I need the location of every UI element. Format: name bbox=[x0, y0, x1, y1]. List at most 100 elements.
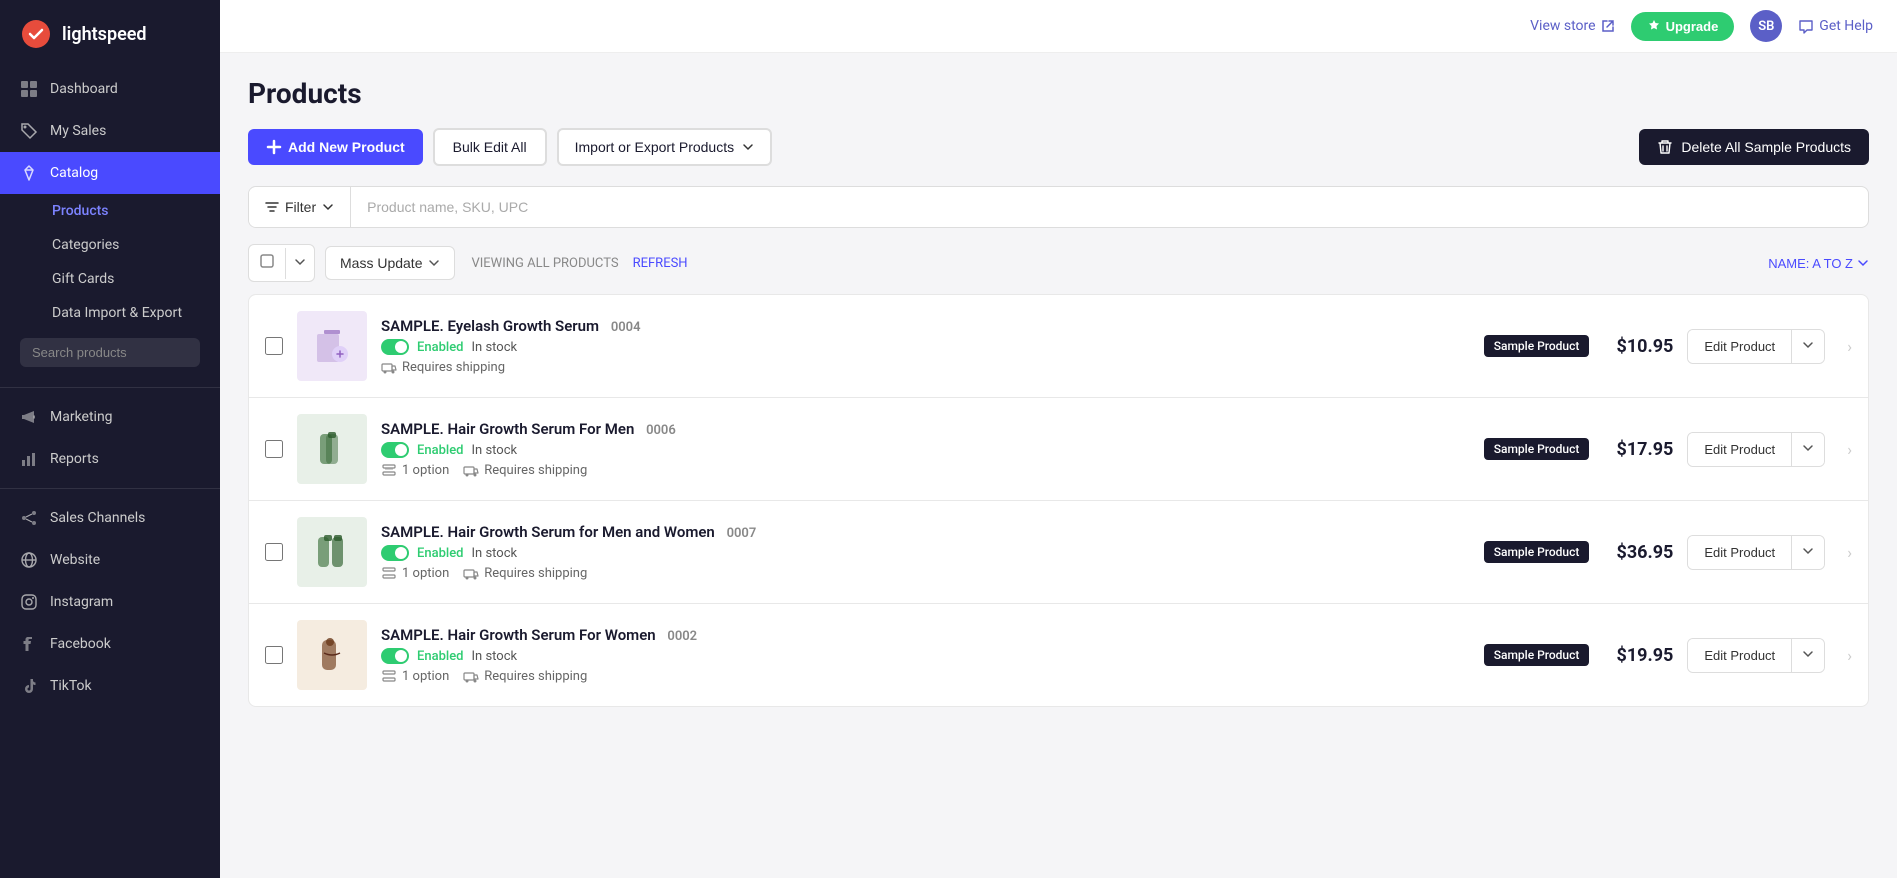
product-image bbox=[297, 620, 367, 690]
sidebar-item-website[interactable]: Website bbox=[0, 539, 220, 581]
product-meta: 1 option Requires shipping bbox=[381, 565, 1470, 581]
edit-product-button[interactable]: Edit Product bbox=[1688, 536, 1791, 569]
product-search-input[interactable] bbox=[351, 187, 1868, 227]
enabled-toggle[interactable] bbox=[381, 442, 409, 458]
mass-update-button[interactable]: Mass Update bbox=[325, 246, 455, 280]
table-row: SAMPLE. Hair Growth Serum For Women 0002… bbox=[248, 603, 1869, 707]
sort-button[interactable]: NAME: A TO Z bbox=[1768, 256, 1869, 271]
view-store-label: View store bbox=[1530, 18, 1595, 34]
sidebar-search-container bbox=[0, 330, 220, 379]
product-meta: true Requires shipping bbox=[381, 359, 1470, 375]
import-export-button[interactable]: Import or Export Products bbox=[557, 128, 773, 166]
product-checkbox[interactable] bbox=[265, 337, 283, 355]
select-all-checkbox[interactable] bbox=[249, 245, 285, 281]
product-name: SAMPLE. Hair Growth Serum For Men 0006 bbox=[381, 420, 1470, 438]
sidebar-item-label: Reports bbox=[50, 451, 99, 467]
product-image bbox=[297, 414, 367, 484]
edit-product-button[interactable]: Edit Product bbox=[1688, 433, 1791, 466]
delete-samples-button[interactable]: Delete All Sample Products bbox=[1639, 129, 1869, 165]
sidebar-item-gift-cards[interactable]: Gift Cards bbox=[0, 262, 220, 296]
shipping-meta: true Requires shipping bbox=[381, 359, 505, 375]
row-expand-arrow[interactable]: › bbox=[1847, 543, 1852, 562]
options-meta: 1 option bbox=[381, 462, 449, 478]
chevron-down-icon bbox=[1802, 545, 1814, 557]
sidebar-item-facebook[interactable]: Facebook bbox=[0, 623, 220, 665]
edit-button-group: Edit Product bbox=[1687, 638, 1825, 673]
sidebar-item-marketing[interactable]: Marketing bbox=[0, 396, 220, 438]
product-badges: Enabled In stock bbox=[381, 648, 1470, 664]
filter-search-bar: Filter bbox=[248, 186, 1869, 228]
logo[interactable]: lightspeed bbox=[0, 0, 220, 68]
product-checkbox[interactable] bbox=[265, 543, 283, 561]
enabled-toggle[interactable] bbox=[381, 648, 409, 664]
edit-dropdown-button[interactable] bbox=[1791, 330, 1824, 363]
edit-button-group: Edit Product bbox=[1687, 329, 1825, 364]
share-icon bbox=[20, 509, 38, 527]
product-badges: Enabled In stock bbox=[381, 442, 1470, 458]
row-expand-arrow[interactable]: › bbox=[1847, 646, 1852, 665]
filter-icon bbox=[265, 200, 279, 214]
row-expand-arrow[interactable]: › bbox=[1847, 440, 1852, 459]
upgrade-button[interactable]: Upgrade bbox=[1631, 12, 1735, 41]
sidebar-item-reports[interactable]: Reports bbox=[0, 438, 220, 480]
sidebar-item-sales-channels[interactable]: Sales Channels bbox=[0, 497, 220, 539]
product-price: $19.95 bbox=[1603, 645, 1673, 666]
upgrade-label: Upgrade bbox=[1666, 19, 1719, 34]
sidebar-item-products[interactable]: Products bbox=[0, 194, 220, 228]
plus-icon bbox=[266, 139, 282, 155]
options-icon bbox=[381, 462, 397, 478]
edit-dropdown-button[interactable] bbox=[1791, 639, 1824, 672]
shipping-icon bbox=[463, 565, 479, 581]
sidebar-item-categories[interactable]: Categories bbox=[0, 228, 220, 262]
avatar[interactable]: SB bbox=[1750, 10, 1782, 42]
product-sku: 0002 bbox=[667, 629, 697, 644]
chevron-down-icon bbox=[294, 256, 306, 268]
product-checkbox[interactable] bbox=[265, 646, 283, 664]
main-content: View store Upgrade SB Get Help Products bbox=[220, 0, 1897, 878]
product-badges: Enabled In stock bbox=[381, 339, 1470, 355]
sample-badge: Sample Product bbox=[1484, 335, 1590, 357]
shipping-meta: Requires shipping bbox=[463, 668, 587, 684]
chevron-down-icon bbox=[428, 257, 440, 269]
edit-product-button[interactable]: Edit Product bbox=[1688, 639, 1791, 672]
sidebar-item-dashboard[interactable]: Dashboard bbox=[0, 68, 220, 110]
in-stock-label: In stock bbox=[472, 443, 518, 458]
sample-badge: Sample Product bbox=[1484, 644, 1590, 666]
product-img-icon bbox=[312, 532, 352, 572]
add-new-product-button[interactable]: Add New Product bbox=[248, 129, 423, 165]
enabled-toggle[interactable] bbox=[381, 545, 409, 561]
view-store-link[interactable]: View store bbox=[1530, 18, 1614, 34]
product-info: SAMPLE. Hair Growth Serum for Men and Wo… bbox=[381, 523, 1470, 581]
edit-product-button[interactable]: Edit Product bbox=[1688, 330, 1791, 363]
sidebar-item-label: Sales Channels bbox=[50, 510, 145, 526]
logo-text: lightspeed bbox=[62, 24, 147, 45]
tag-icon bbox=[20, 122, 38, 140]
external-link-icon bbox=[1601, 19, 1615, 33]
edit-dropdown-button[interactable] bbox=[1791, 433, 1824, 466]
bulk-edit-button[interactable]: Bulk Edit All bbox=[433, 128, 547, 166]
tiktok-icon bbox=[20, 677, 38, 695]
search-products-input[interactable] bbox=[20, 338, 200, 367]
sidebar-item-data-import[interactable]: Data Import & Export bbox=[0, 296, 220, 330]
select-dropdown-button[interactable] bbox=[285, 248, 314, 279]
product-checkbox[interactable] bbox=[265, 440, 283, 458]
edit-dropdown-button[interactable] bbox=[1791, 536, 1824, 569]
enabled-badge: Enabled bbox=[417, 649, 464, 664]
sidebar-item-catalog[interactable]: Catalog bbox=[0, 152, 220, 194]
enabled-toggle[interactable] bbox=[381, 339, 409, 355]
chevron-down-icon bbox=[1857, 257, 1869, 269]
get-help-button[interactable]: Get Help bbox=[1798, 18, 1873, 34]
chevron-down-icon bbox=[1802, 442, 1814, 454]
sidebar-item-instagram[interactable]: Instagram bbox=[0, 581, 220, 623]
enabled-badge: Enabled bbox=[417, 340, 464, 355]
sidebar-item-my-sales[interactable]: My Sales bbox=[0, 110, 220, 152]
product-price: $10.95 bbox=[1603, 336, 1673, 357]
sidebar-item-tiktok[interactable]: TikTok bbox=[0, 665, 220, 707]
nav-divider bbox=[0, 387, 220, 388]
filter-button[interactable]: Filter bbox=[249, 187, 351, 227]
trash-icon bbox=[1657, 139, 1673, 155]
chevron-down-icon bbox=[1802, 339, 1814, 351]
refresh-link[interactable]: REFRESH bbox=[633, 256, 688, 271]
table-row: SAMPLE. Hair Growth Serum For Men 0006 E… bbox=[248, 397, 1869, 500]
row-expand-arrow[interactable]: › bbox=[1847, 337, 1852, 356]
